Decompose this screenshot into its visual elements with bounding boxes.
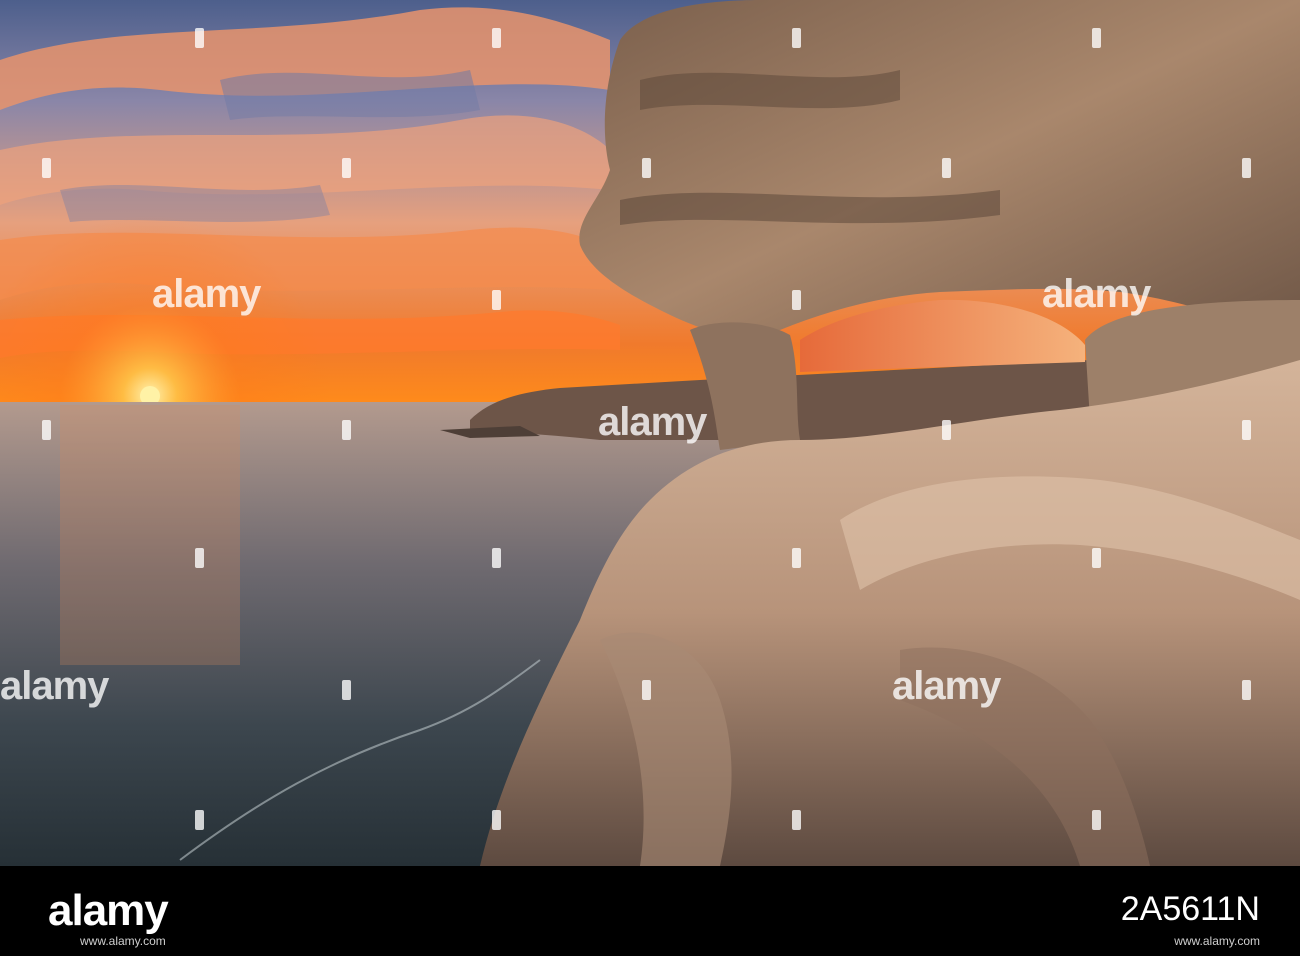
photograph: alamy alamy alamy alamy alamy xyxy=(0,0,1300,866)
watermark-mark xyxy=(792,290,801,310)
watermark-mark xyxy=(1092,548,1101,568)
watermark-mark xyxy=(342,420,351,440)
watermark-text: alamy xyxy=(0,664,109,708)
watermark-mark xyxy=(492,28,501,48)
watermark-mark xyxy=(492,810,501,830)
watermark-mark xyxy=(1242,680,1251,700)
footer-url-right[interactable]: www.alamy.com xyxy=(1174,934,1260,948)
watermark-text: alamy xyxy=(598,400,707,444)
watermark-mark xyxy=(942,420,951,440)
watermark-mark xyxy=(195,548,204,568)
watermark-mark xyxy=(492,290,501,310)
watermark-mark xyxy=(1092,28,1101,48)
watermark-mark xyxy=(792,28,801,48)
footer-url[interactable]: www.alamy.com xyxy=(80,934,166,948)
watermark-text: alamy xyxy=(892,664,1001,708)
watermark-mark xyxy=(1242,158,1251,178)
watermark-text: alamy xyxy=(1042,272,1151,316)
watermark-mark xyxy=(342,158,351,178)
watermark-mark xyxy=(1092,810,1101,830)
watermark-mark xyxy=(492,548,501,568)
watermark-mark xyxy=(792,810,801,830)
footer-bar: alamy 2A5611N www.alamy.com www.alamy.co… xyxy=(0,866,1300,956)
watermark-mark xyxy=(42,420,51,440)
image-id: 2A5611N xyxy=(1120,890,1260,928)
watermark-mark xyxy=(642,680,651,700)
watermark-mark xyxy=(42,158,51,178)
watermark-mark xyxy=(195,28,204,48)
sun-reflection xyxy=(60,405,240,665)
cliff-overhang xyxy=(579,0,1300,340)
footer-logo[interactable]: alamy xyxy=(48,886,169,936)
watermark-mark xyxy=(642,158,651,178)
watermark-mark xyxy=(792,548,801,568)
watermark-mark xyxy=(195,810,204,830)
watermark-text: alamy xyxy=(152,272,261,316)
watermark-mark xyxy=(1242,420,1251,440)
watermark-mark xyxy=(942,158,951,178)
watermark-mark xyxy=(342,680,351,700)
